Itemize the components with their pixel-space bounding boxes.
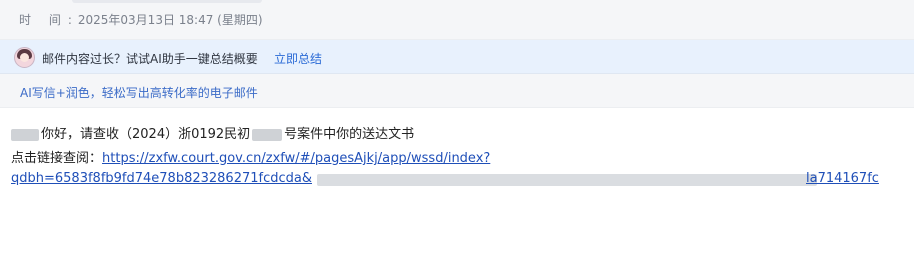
court-link-part3[interactable]: la714167fc [806, 171, 879, 186]
email-meta-header: 时 间: 2025年03月13日 18:47 (星期四) [0, 0, 914, 40]
email-body-greeting: 你好，请查收（2024）浙0192民初 号案件中你的送达文书 [11, 123, 414, 142]
ai-write-link[interactable]: AI写信+润色，轻松写出高转化率的电子邮件 [20, 84, 258, 101]
time-value: 2025年03月13日 18:47 (星期四) [77, 13, 263, 27]
time-label: 时 间 [19, 13, 68, 27]
email-body-link-row: 点击链接查阅：https://zxfw.court.gov.cn/zxfw/#/… [11, 147, 490, 166]
redacted-link-segment [317, 174, 817, 186]
avatar-face [20, 53, 29, 62]
greeting-text-part1: 你好，请查收（2024）浙0192民初 [41, 127, 251, 142]
ai-write-bar: AI写信+润色，轻松写出高转化率的电子邮件 [0, 74, 914, 108]
link-label: 点击链接查阅： [11, 151, 103, 166]
redacted-case-number [252, 128, 283, 141]
ai-summary-bar: 邮件内容过长？试试AI助手一键总结概要 立即总结 [0, 40, 914, 74]
greeting-text-part2: 号案件中你的送达文书 [284, 127, 415, 142]
redacted-name [11, 128, 39, 141]
summarize-now-link[interactable]: 立即总结 [274, 50, 322, 67]
ai-summary-message: 邮件内容过长？试试AI助手一键总结概要 [42, 52, 258, 66]
sent-time-row: 时 间: 2025年03月13日 18:47 (星期四) [19, 11, 263, 28]
court-link-part1[interactable]: https://zxfw.court.gov.cn/zxfw/#/pagesAj… [102, 151, 490, 166]
ai-assistant-avatar-icon [14, 47, 35, 68]
scroll-handle[interactable] [72, 0, 262, 3]
court-link-part2[interactable]: qdbh=6583f8fb9fd74e78b823286271fcdcda& [11, 171, 312, 186]
time-colon: : [67, 13, 72, 27]
